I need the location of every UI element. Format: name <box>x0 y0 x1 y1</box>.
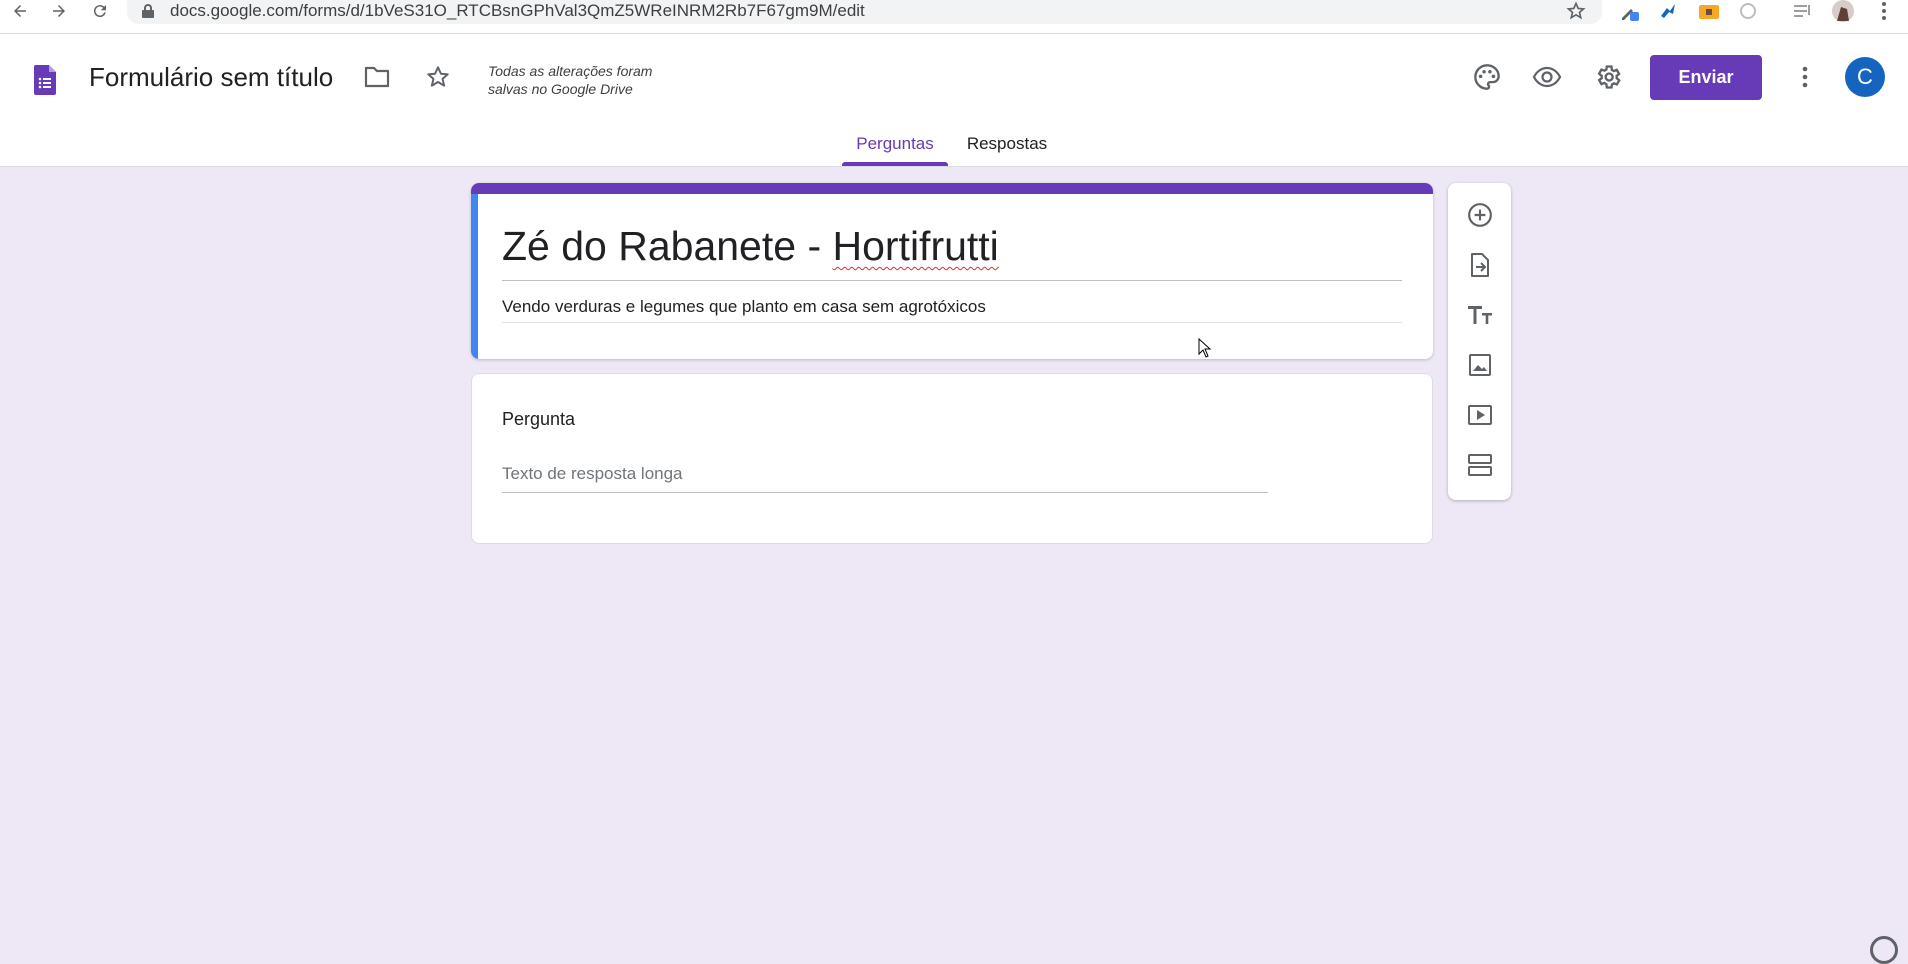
description-underline <box>502 322 1402 323</box>
forms-header: Formulário sem título Todas as alteraçõe… <box>0 34 1908 167</box>
extension-bird-icon[interactable] <box>1656 0 1680 22</box>
add-section-button[interactable] <box>1460 445 1500 485</box>
media-control-icon[interactable] <box>1792 0 1816 22</box>
add-video-button[interactable] <box>1460 395 1500 435</box>
question-title[interactable]: Pergunta <box>502 409 575 430</box>
forward-button[interactable] <box>45 0 73 22</box>
add-title-button[interactable] <box>1460 295 1500 335</box>
answer-underline <box>502 492 1268 493</box>
floating-toolbar <box>1448 183 1511 500</box>
add-image-icon <box>1469 354 1491 376</box>
gear-icon <box>1597 65 1621 89</box>
browser-menu-icon[interactable] <box>1872 0 1896 22</box>
arrow-right-icon <box>53 5 65 17</box>
extension-eyedropper-icon[interactable] <box>1617 0 1641 22</box>
focus-indicator-strip <box>471 194 478 359</box>
bookmark-star-icon[interactable] <box>1566 1 1586 21</box>
back-button[interactable] <box>6 0 34 22</box>
save-status-line2: salvas no Google Drive <box>488 81 633 97</box>
star-button[interactable] <box>418 57 458 97</box>
reload-button[interactable] <box>86 0 114 22</box>
long-answer-placeholder: Texto de resposta longa <box>502 464 683 483</box>
more-options-button[interactable] <box>1785 57 1825 97</box>
eye-icon <box>1532 66 1562 88</box>
title-underline <box>502 280 1402 281</box>
save-status-line1: Todas as alterações foram <box>488 63 653 79</box>
add-question-button[interactable] <box>1460 195 1500 235</box>
add-video-icon <box>1468 405 1492 425</box>
form-description-input[interactable]: Vendo verduras e legumes que planto em c… <box>502 297 986 317</box>
form-title-input[interactable]: Zé do Rabanete - Hortifrutti <box>502 223 999 270</box>
folder-icon <box>364 66 390 88</box>
reload-icon <box>93 5 106 18</box>
more-vert-icon <box>1802 66 1808 88</box>
star-icon <box>427 66 449 87</box>
lock-icon <box>142 4 154 18</box>
profile-avatar-icon[interactable] <box>1831 0 1855 22</box>
mouse-cursor-icon <box>1198 337 1212 363</box>
title-card-accent-strip <box>471 183 1433 194</box>
move-to-folder-button[interactable] <box>357 57 397 97</box>
import-questions-button[interactable] <box>1460 245 1500 285</box>
customize-theme-button[interactable] <box>1467 57 1507 97</box>
account-avatar[interactable]: C <box>1845 57 1885 97</box>
save-status: Todas as alterações foram salvas no Goog… <box>488 62 688 98</box>
browser-toolbar: docs.google.com/forms/d/1bVeS31O_RTCBsnG… <box>0 0 1908 34</box>
add-image-button[interactable] <box>1460 345 1500 385</box>
settings-button[interactable] <box>1588 57 1628 97</box>
form-title-part2: Hortifrutti <box>832 223 999 269</box>
form-title-part1: Zé do Rabanete - <box>502 223 833 269</box>
preview-button[interactable] <box>1527 57 1567 97</box>
add-question-icon <box>1468 203 1492 227</box>
google-forms-logo-icon[interactable] <box>34 65 56 100</box>
tab-respostas[interactable]: Respostas <box>957 134 1057 167</box>
active-tab-indicator <box>842 162 948 166</box>
address-bar[interactable]: docs.google.com/forms/d/1bVeS31O_RTCBsnG… <box>127 0 1602 24</box>
extension-folder-icon[interactable] <box>1697 0 1721 22</box>
url-text: docs.google.com/forms/d/1bVeS31O_RTCBsnG… <box>170 1 865 20</box>
question-card[interactable]: Pergunta Texto de resposta longa <box>471 373 1433 544</box>
import-questions-icon <box>1471 253 1489 277</box>
send-button[interactable]: Enviar <box>1650 55 1762 100</box>
arrow-left-icon <box>14 5 26 17</box>
palette-icon <box>1474 64 1500 90</box>
help-icon[interactable] <box>1870 936 1898 964</box>
form-title-card[interactable]: Zé do Rabanete - Hortifrutti Vendo verdu… <box>471 183 1433 359</box>
document-title[interactable]: Formulário sem título <box>89 62 333 93</box>
add-section-icon <box>1468 454 1492 476</box>
extension-clock-icon[interactable] <box>1736 0 1760 22</box>
add-title-icon <box>1468 306 1492 324</box>
